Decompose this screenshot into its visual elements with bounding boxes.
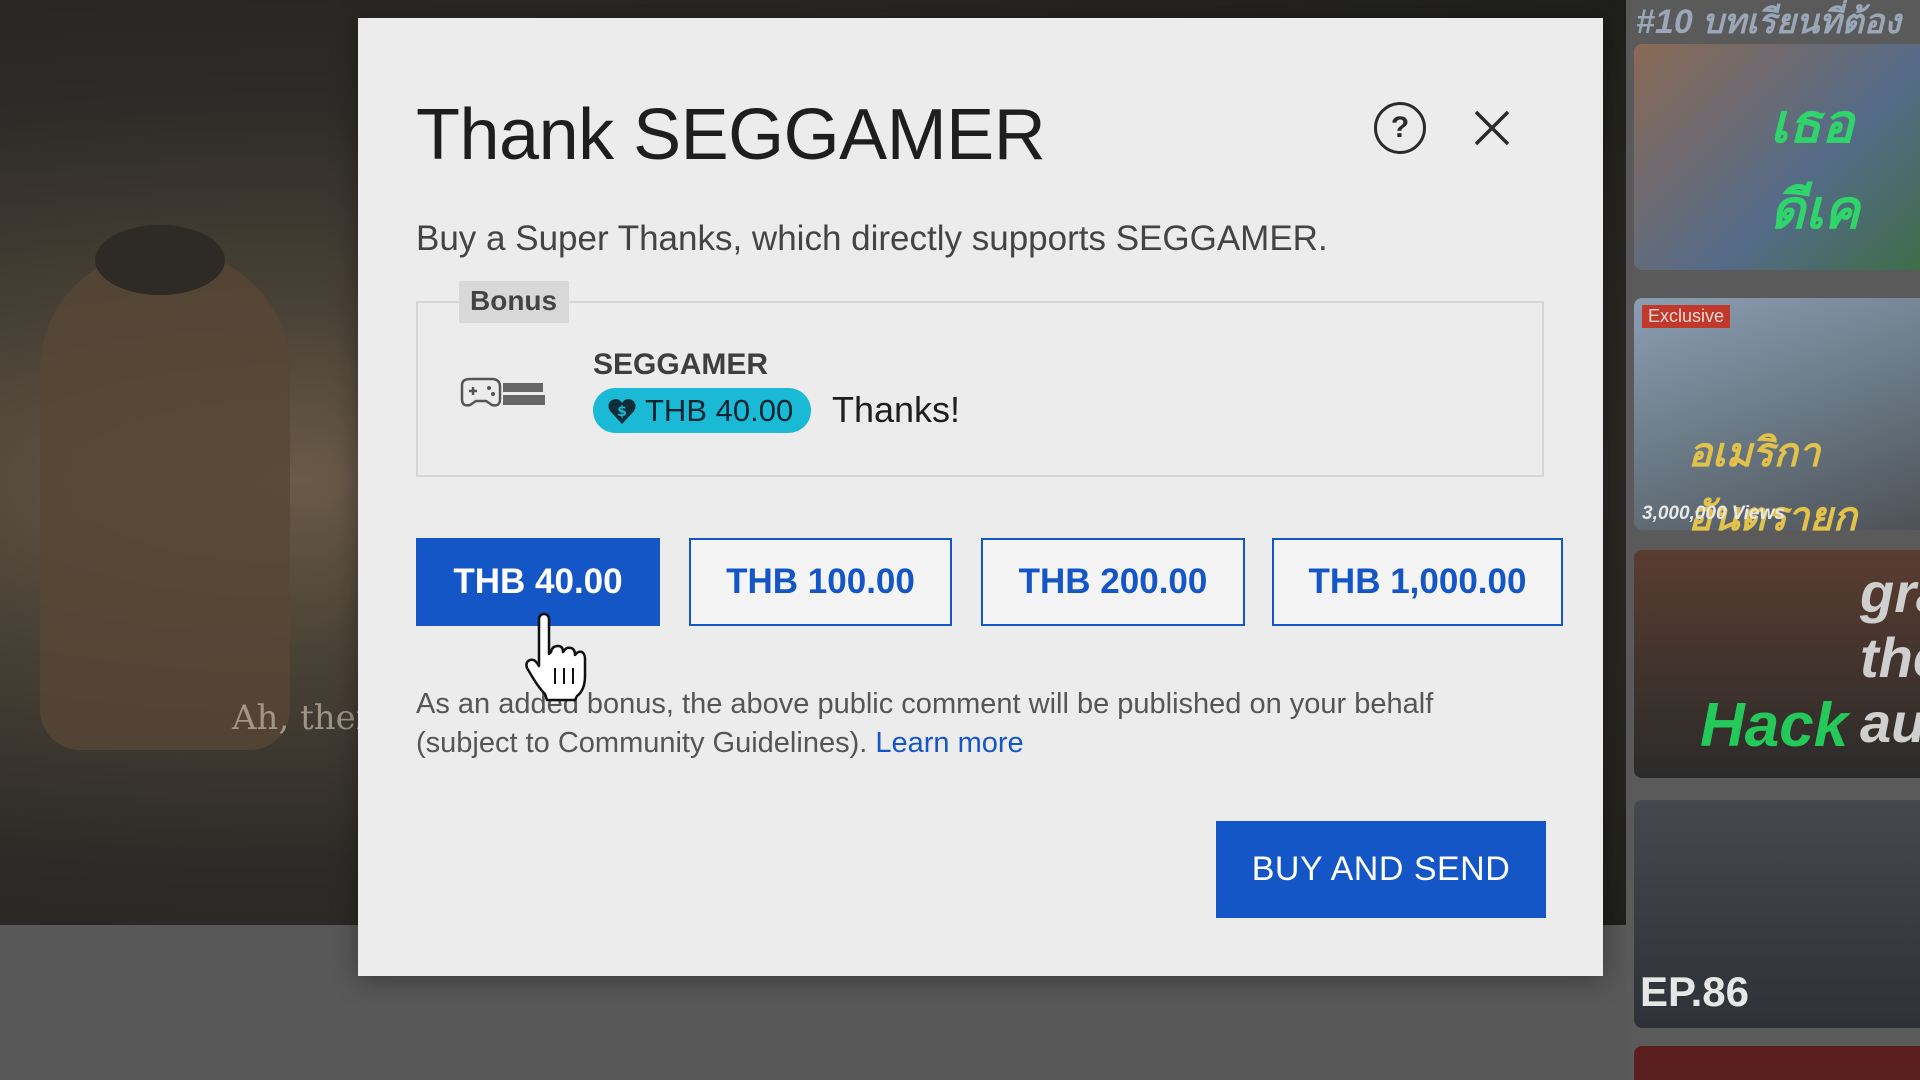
video-figure (40, 250, 290, 750)
dialog-title: Thank SEGGAMER (416, 95, 1046, 175)
amount-option-200[interactable]: THB 200.00 (981, 538, 1245, 626)
svg-text:$: $ (617, 404, 627, 420)
super-thanks-amount-chip: $ THB 40.00 (593, 388, 812, 433)
comment-preview-card: Bonus SEGGAMER $ THB 40.00 Thanks! (416, 281, 1544, 477)
chip-amount: THB 40.00 (645, 392, 794, 428)
thumbnail-text: gra the aut (1860, 561, 1920, 754)
sidebar-top-title: #10 บทเรียนที่ต้อง (1636, 3, 1901, 41)
bonus-disclaimer: As an added bonus, the above public comm… (416, 685, 1536, 763)
thumbnail-text: เธอดีเค (1770, 94, 1860, 240)
thumbnail-text: Hack (1700, 691, 1849, 760)
thumbnail-views: 3,000,000 Views (1642, 503, 1785, 524)
comment-text: Thanks! (832, 389, 961, 430)
amount-option-40[interactable]: THB 40.00 (416, 538, 660, 626)
dialog-subtitle: Buy a Super Thanks, which directly suppo… (416, 219, 1328, 258)
buy-and-send-button[interactable]: BUY AND SEND (1216, 821, 1546, 918)
thumbnail-text: EP.86 (1640, 968, 1749, 1015)
learn-more-link[interactable]: Learn more (875, 727, 1023, 759)
amount-option-100[interactable]: THB 100.00 (689, 538, 952, 626)
amount-option-1000[interactable]: THB 1,000.00 (1272, 538, 1563, 626)
question-circle-icon: ? (1390, 111, 1410, 144)
close-icon (1474, 110, 1510, 146)
heart-dollar-icon: $ (608, 398, 636, 424)
channel-avatar (460, 377, 545, 407)
video-figure-hat (95, 225, 225, 295)
thumbnail-badge: Exclusive (1642, 305, 1731, 328)
video-thumbnail[interactable] (1634, 1046, 1920, 1080)
thumbnail-text: อเมริกา อันตรายก (1688, 431, 1857, 539)
video-subtitle: Ah, ther (232, 698, 373, 738)
super-thanks-dialog: Thank SEGGAMER ? Buy a Super Thanks, whi… (358, 18, 1603, 976)
help-button[interactable]: ? (1374, 102, 1426, 154)
bonus-tag: Bonus (459, 281, 570, 323)
close-button[interactable] (1470, 106, 1514, 150)
comment-author: SEGGAMER (593, 348, 769, 381)
